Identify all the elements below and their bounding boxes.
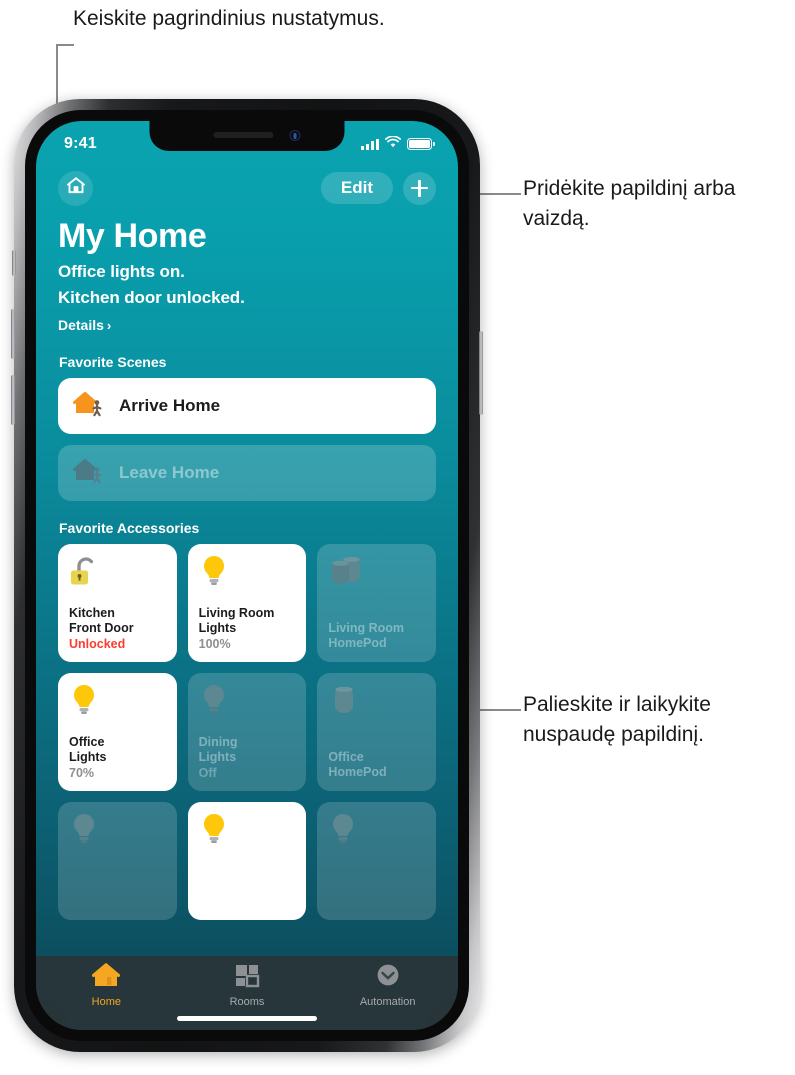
home-settings-button[interactable] bbox=[58, 170, 93, 206]
notch bbox=[149, 121, 345, 151]
status-line-1: Office lights on. bbox=[58, 262, 185, 281]
lightbulb-icon bbox=[328, 812, 425, 854]
accessory-state: Unlocked bbox=[69, 637, 126, 651]
accessory-tile[interactable] bbox=[317, 802, 436, 920]
accessory-tile[interactable]: Office HomePod bbox=[317, 673, 436, 791]
accessory-name: Office HomePod bbox=[328, 750, 387, 779]
accessory-tile-text bbox=[69, 909, 166, 910]
accessory-tile-text: Office Lights 70% bbox=[69, 735, 166, 781]
homepod-icon bbox=[328, 683, 425, 725]
callout-touch-and-hold: Palieskite ir laikykite nuspaudę papildi… bbox=[523, 693, 711, 746]
battery-icon bbox=[407, 138, 435, 150]
accessory-tile[interactable] bbox=[58, 802, 177, 920]
accessory-tile-text bbox=[199, 909, 296, 910]
lightbulb-icon bbox=[199, 812, 296, 854]
navigation-bar: Edit bbox=[36, 165, 458, 211]
accessory-tile[interactable]: Dining Lights Off bbox=[187, 673, 307, 791]
details-link[interactable]: Details › bbox=[58, 317, 111, 333]
home-indicator[interactable] bbox=[177, 1016, 317, 1021]
tab-label: Home bbox=[91, 996, 121, 1008]
accessory-tile-text: Kitchen Front Door Unlocked bbox=[69, 606, 166, 652]
accessory-name: Living Room HomePod bbox=[328, 621, 405, 650]
accessory-tile-text: Living Room Lights 100% bbox=[199, 606, 296, 652]
accessory-state: 100% bbox=[198, 637, 231, 651]
accessory-tile-text bbox=[328, 909, 425, 910]
screenshot-root: Keiskite pagrindinius nustatymus. Pridėk… bbox=[0, 0, 795, 1075]
scene-arrive-home[interactable]: Arrive Home bbox=[58, 378, 436, 434]
accessory-tile[interactable]: Office Lights 70% bbox=[58, 673, 177, 791]
status-bar-indicators bbox=[361, 135, 435, 153]
iphone-device-frame: 9:41 Edit My Home Office lights on. Kitc… bbox=[11, 99, 483, 1052]
callout-settings-leader-horizontal bbox=[56, 44, 74, 46]
volume-up-button[interactable] bbox=[11, 309, 15, 359]
tab-home[interactable]: Home bbox=[58, 963, 154, 1008]
power-button[interactable] bbox=[479, 331, 483, 415]
device-screen: 9:41 Edit My Home Office lights on. Kitc… bbox=[36, 121, 458, 1030]
accessory-tile[interactable]: Living Room Lights 100% bbox=[187, 544, 307, 662]
favorite-scenes-heading: Favorite Scenes bbox=[59, 354, 167, 370]
wifi-icon bbox=[384, 135, 402, 153]
accessory-state: Off bbox=[198, 766, 217, 780]
lightbulb-icon bbox=[69, 683, 166, 725]
lightbulb-icon bbox=[199, 554, 296, 596]
accessory-tile[interactable]: Kitchen Front Door Unlocked bbox=[58, 544, 177, 662]
edit-button[interactable]: Edit bbox=[320, 172, 393, 204]
scene-leave-home[interactable]: Leave Home bbox=[58, 445, 436, 501]
accessory-tile-text: Dining Lights Off bbox=[199, 735, 296, 781]
accessory-name: Office Lights bbox=[69, 735, 107, 764]
home-icon bbox=[92, 963, 121, 993]
tab-rooms[interactable]: Rooms bbox=[199, 963, 295, 1008]
clock-check-icon bbox=[375, 963, 401, 993]
silent-switch[interactable] bbox=[12, 250, 16, 276]
accessory-tile[interactable]: Living Room HomePod bbox=[317, 544, 436, 662]
rooms-icon bbox=[234, 963, 260, 993]
house-walk-out-icon bbox=[72, 456, 106, 491]
volume-down-button[interactable] bbox=[11, 375, 15, 425]
accessory-name: Kitchen Front Door bbox=[69, 606, 134, 635]
status-bar-clock: 9:41 bbox=[64, 135, 97, 152]
accessory-name: Dining Lights bbox=[198, 735, 238, 764]
chevron-right-icon: › bbox=[106, 317, 112, 333]
add-button[interactable] bbox=[403, 171, 436, 205]
unlocked-padlock-icon bbox=[69, 554, 166, 596]
accessory-tile-text: Office HomePod bbox=[328, 750, 425, 781]
tab-label: Rooms bbox=[229, 996, 265, 1008]
homepod-pair-icon bbox=[328, 554, 425, 596]
accessory-name: Living Room Lights bbox=[198, 606, 275, 635]
home-icon bbox=[66, 176, 86, 200]
status-line-2: Kitchen door unlocked. bbox=[58, 288, 245, 307]
favorite-accessories-heading: Favorite Accessories bbox=[59, 520, 200, 536]
lightbulb-icon bbox=[199, 683, 296, 725]
house-walk-in-icon bbox=[72, 389, 106, 424]
tab-automation[interactable]: Automation bbox=[340, 963, 436, 1008]
scene-label: Leave Home bbox=[119, 463, 220, 482]
accessory-tile-text: Living Room HomePod bbox=[328, 621, 425, 652]
tab-label: Automation bbox=[359, 996, 416, 1008]
callout-add-accessory: Pridėkite papildinį arba vaizdą. bbox=[523, 177, 736, 230]
details-label: Details bbox=[58, 317, 104, 333]
earpiece-speaker-icon bbox=[213, 132, 274, 138]
nav-actions: Edit bbox=[320, 171, 436, 205]
callout-settings: Keiskite pagrindinius nustatymus. bbox=[73, 7, 385, 30]
device-bezel: 9:41 Edit My Home Office lights on. Kitc… bbox=[25, 110, 469, 1041]
scene-label: Arrive Home bbox=[119, 396, 221, 415]
accessory-state: 70% bbox=[69, 766, 95, 780]
page-title: My Home bbox=[58, 217, 207, 255]
home-content: My Home Office lights on. Kitchen door u… bbox=[36, 209, 458, 1030]
cellular-signal-icon bbox=[361, 138, 379, 150]
front-camera-icon bbox=[289, 130, 301, 141]
accessory-grid: Kitchen Front Door Unlocked Living Room Li… bbox=[58, 544, 436, 920]
lightbulb-icon bbox=[69, 812, 166, 854]
accessory-tile[interactable] bbox=[187, 802, 307, 920]
